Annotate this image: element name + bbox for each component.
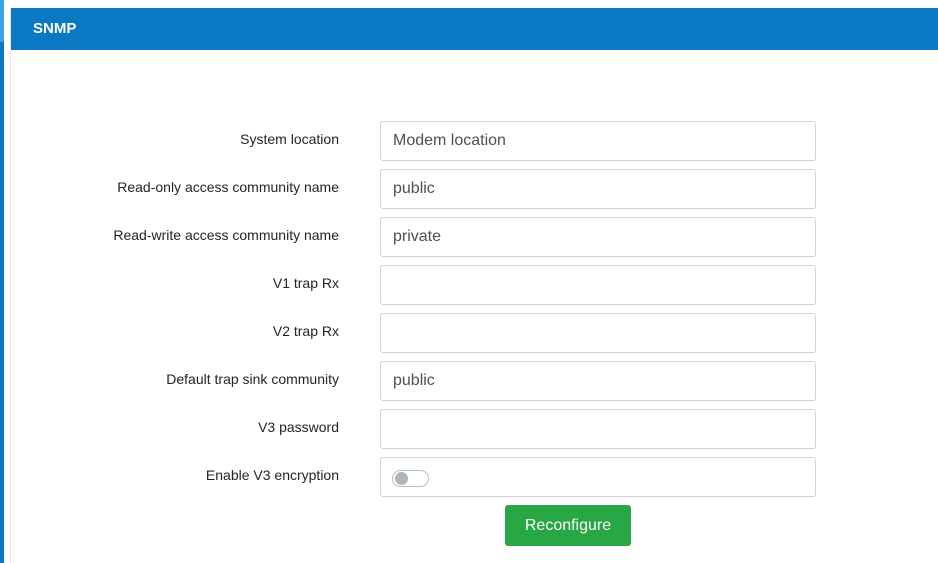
v3-password-label: V3 password [258, 419, 339, 435]
form-row-v3-password: V3 password [11, 408, 938, 456]
form-row-v3-encryption: Enable V3 encryption [11, 456, 938, 504]
panel-title: SNMP [11, 8, 938, 50]
form-row-v1-trap-rx: V1 trap Rx [11, 264, 938, 312]
reconfigure-button[interactable]: Reconfigure [505, 505, 631, 546]
system-location-input[interactable] [380, 121, 816, 161]
v1-trap-rx-label: V1 trap Rx [272, 275, 339, 291]
v2-trap-rx-label: V2 trap Rx [272, 323, 339, 339]
form-row-v2-trap-rx: V2 trap Rx [11, 312, 938, 360]
form-row-read-write-community: Read-write access community name [11, 216, 938, 264]
default-trap-sink-label: Default trap sink community [166, 371, 339, 387]
v1-trap-rx-input[interactable] [380, 265, 816, 305]
form-row-default-trap-sink: Default trap sink community [11, 360, 938, 408]
system-location-label: System location [240, 131, 339, 147]
toggle-knob-icon [395, 472, 408, 485]
v2-trap-rx-input[interactable] [380, 313, 816, 353]
v3-encryption-label: Enable V3 encryption [205, 467, 339, 483]
read-only-community-input[interactable] [380, 169, 816, 209]
default-trap-sink-input[interactable] [380, 361, 816, 401]
read-only-community-label: Read-only access community name [117, 179, 339, 195]
snmp-panel: SNMP System location Read-only access co… [10, 8, 938, 563]
left-accent-strip [0, 0, 4, 563]
v3-password-input[interactable] [380, 409, 816, 449]
form-row-read-only-community: Read-only access community name [11, 168, 938, 216]
v3-encryption-field [380, 457, 816, 497]
snmp-form: System location Read-only access communi… [11, 120, 938, 504]
v3-encryption-toggle[interactable] [392, 470, 429, 487]
form-row-system-location: System location [11, 120, 938, 168]
read-write-community-label: Read-write access community name [113, 227, 339, 243]
read-write-community-input[interactable] [380, 217, 816, 257]
